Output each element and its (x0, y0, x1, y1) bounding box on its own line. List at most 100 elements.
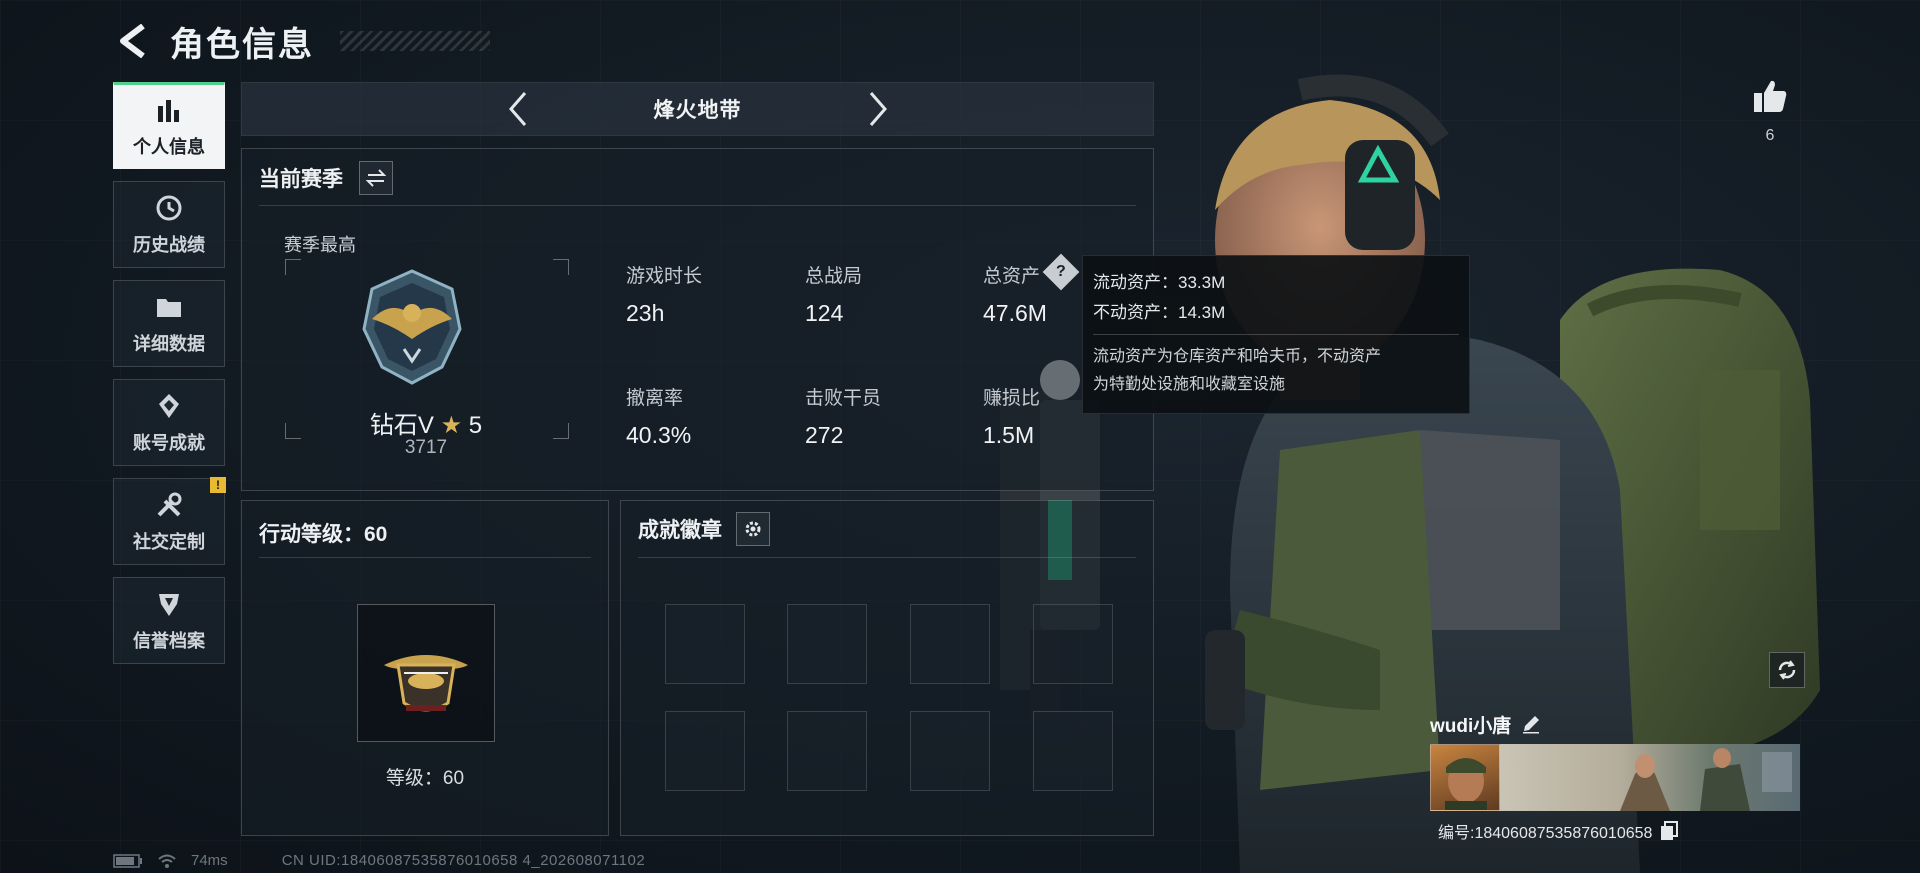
player-id: 编号:18406087535876010658 (1438, 825, 1653, 842)
assets-tooltip: 流动资产：33.3M 不动资产：14.3M 流动资产为仓库资产和哈夫币，不动资产… (1082, 255, 1470, 414)
level-value: 等级：60 (385, 768, 465, 789)
stat-value: 40.3% (626, 422, 692, 448)
stat-value: 47.6M (983, 300, 1047, 326)
badges-title: 成就徽章 (638, 519, 722, 542)
history-clock-icon (154, 193, 184, 223)
page-header: 角色信息 (112, 16, 490, 66)
stat-label: 撤离率 (626, 388, 684, 409)
stat-label: 赚损比 (983, 388, 1041, 409)
action-level-panel: 行动等级：60 等级：60 (241, 500, 609, 836)
divider (638, 557, 1136, 558)
title-decoration (340, 31, 490, 51)
stat-label: 击败干员 (805, 388, 882, 409)
tooltip-description-1: 流动资产为仓库资产和哈夫币，不动资产 (1093, 348, 1382, 365)
badge-slot[interactable] (1033, 711, 1113, 791)
stat-label: 总战局 (805, 266, 863, 287)
tooltip-liquid-assets: 流动资产：33.3M (1093, 273, 1226, 292)
thumbs-up-icon (1754, 80, 1787, 112)
rank-stars: 5 (468, 412, 483, 439)
gear-icon (745, 521, 761, 537)
stat-value: 23h (626, 300, 665, 326)
mode-title: 烽火地带 (653, 99, 742, 122)
stat-label: 游戏时长 (626, 266, 703, 287)
wrench-icon (154, 490, 184, 520)
stat-total-matches: 总战局 124 (805, 261, 862, 327)
copy-icon[interactable] (1660, 821, 1679, 841)
mode-prev-button[interactable] (498, 87, 538, 131)
badge-slot[interactable] (910, 711, 990, 791)
chevron-left-icon (508, 92, 526, 126)
chevron-right-icon (869, 92, 887, 126)
status-bar: 74ms CN UID:18406087535876010658 4_20260… (113, 852, 645, 869)
level-title: 行动等级：60 (259, 523, 388, 546)
stat-profit-loss-ratio: 赚损比 1.5M (983, 383, 1040, 449)
credit-shield-icon (154, 589, 184, 619)
stat-operators-defeated: 击败干员 272 (805, 383, 881, 449)
battery-icon (113, 853, 142, 868)
like-count: 6 (1765, 127, 1775, 144)
stat-play-time: 游戏时长 23h (626, 261, 702, 327)
sidebar-item-label: 信誉档案 (133, 630, 205, 651)
badge-slot[interactable] (665, 711, 745, 791)
sidebar-item-achievements[interactable]: 账号成就 (113, 379, 225, 466)
folder-icon (154, 292, 184, 322)
stat-value: 272 (805, 422, 844, 448)
level-emblem-frame (357, 604, 495, 742)
badge-slot[interactable] (787, 604, 867, 684)
badges-settings-button[interactable] (736, 512, 770, 546)
sidebar-item-detailed-data[interactable]: 详细数据 (113, 280, 225, 367)
warning-badge: ! (210, 477, 226, 493)
swap-icon (366, 169, 386, 187)
achievement-icon (154, 391, 184, 421)
page-title: 角色信息 (170, 25, 314, 64)
mode-switcher: 烽火地带 (241, 82, 1154, 136)
badge-slot[interactable] (665, 604, 745, 684)
player-banner[interactable] (1430, 744, 1800, 811)
sidebar-item-history[interactable]: 历史战绩 (113, 181, 225, 268)
help-icon[interactable]: ? (1042, 253, 1080, 291)
mode-next-button[interactable] (858, 87, 898, 131)
sidebar-item-label: 详细数据 (133, 333, 205, 354)
divider (1093, 334, 1459, 335)
edit-pencil-icon[interactable] (1521, 714, 1541, 734)
uid-text: CN UID:18406087535876010658 4_2026080711… (281, 852, 646, 869)
divider (259, 557, 591, 558)
badge-slot[interactable] (1033, 604, 1113, 684)
season-best-label: 赛季最高 (284, 235, 356, 255)
star-icon: ★ (440, 412, 469, 439)
like-button[interactable]: 6 (1750, 78, 1790, 145)
tooltip-fixed-assets: 不动资产：14.3M (1093, 303, 1226, 322)
player-name: wudi小唐 (1430, 715, 1512, 737)
achievement-badges-panel: 成就徽章 (620, 500, 1154, 836)
sidebar-item-label: 历史战绩 (133, 234, 205, 255)
badge-slot[interactable] (787, 711, 867, 791)
ping-value: 74ms (191, 852, 228, 869)
refresh-icon (1778, 660, 1796, 680)
season-switch-button[interactable] (359, 161, 393, 195)
badge-slot[interactable] (910, 604, 990, 684)
player-card: wudi小唐 编号:18406087535876010658 (1430, 706, 1800, 843)
sidebar-item-label: 个人信息 (133, 136, 205, 157)
sidebar-item-label: 社交定制 (133, 531, 205, 552)
sidebar-item-social-custom[interactable]: ! 社交定制 (113, 477, 226, 565)
sidebar-item-personal-info[interactable]: 个人信息 (113, 82, 225, 169)
rank-name: 钻石V ★ 5 (284, 405, 568, 440)
avatar (1430, 744, 1500, 811)
bar-chart-icon (154, 95, 184, 125)
back-button[interactable] (112, 16, 152, 66)
helicopter-level-emblem (384, 655, 468, 712)
sidebar-item-label: 账号成就 (133, 432, 205, 453)
back-arrow-icon (120, 24, 145, 58)
sidebar-item-credit-file[interactable]: 信誉档案 (113, 577, 225, 664)
refresh-appearance-button[interactable] (1769, 652, 1805, 688)
stat-value: 1.5M (983, 422, 1035, 448)
stat-label: 总资产 (983, 266, 1041, 287)
stat-value: 124 (805, 300, 844, 326)
wifi-icon (158, 854, 176, 868)
diamond-rank-emblem (362, 269, 462, 385)
tooltip-description-2: 为特勤处设施和收藏室设施 (1093, 376, 1286, 393)
season-title: 当前赛季 (259, 168, 343, 191)
divider (259, 205, 1136, 206)
rank-tier: 钻石V (369, 412, 434, 439)
sidebar: 个人信息 历史战绩 详细数据 账号成就 ! 社交定制 信誉档案 (113, 82, 226, 664)
